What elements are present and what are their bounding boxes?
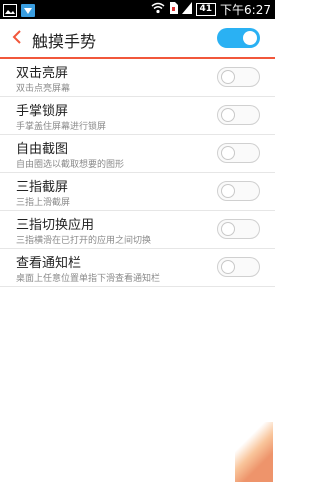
gesture-list: 双击亮屏 双击点亮屏幕 手掌锁屏 手掌盖住屏幕进行锁屏 自由截图 自由圈选以截取… — [0, 59, 275, 287]
toggle-knob — [243, 31, 257, 45]
master-toggle[interactable] — [217, 28, 260, 48]
battery-level: 41 — [195, 3, 217, 16]
toggle-knob — [221, 146, 235, 160]
page-title: 触摸手势 — [32, 32, 97, 51]
list-item[interactable]: 三指截屏 三指上滑截屏 — [0, 173, 275, 211]
list-item[interactable]: 自由截图 自由圈选以截取想要的图形 — [0, 135, 275, 173]
toggle-knob — [221, 108, 235, 122]
item-subtitle: 桌面上任意位置单指下滑查看通知栏 — [16, 274, 161, 284]
item-title: 三指截屏 — [16, 180, 69, 195]
list-item[interactable]: 双击亮屏 双击点亮屏幕 — [0, 59, 275, 97]
item-toggle[interactable] — [217, 143, 260, 163]
toggle-knob — [221, 70, 235, 84]
item-subtitle: 三指横滑在已打开的应用之间切换 — [16, 236, 152, 246]
item-toggle[interactable] — [217, 219, 260, 239]
item-title: 查看通知栏 — [16, 256, 82, 271]
item-title: 双击亮屏 — [16, 66, 69, 81]
item-title: 手掌锁屏 — [16, 104, 69, 119]
item-toggle[interactable] — [217, 105, 260, 125]
item-toggle[interactable] — [217, 181, 260, 201]
header: 触摸手势 — [0, 19, 275, 59]
item-toggle[interactable] — [217, 257, 260, 277]
watermark-decoration — [235, 422, 273, 482]
toggle-knob — [221, 260, 235, 274]
toggle-knob — [221, 222, 235, 236]
list-item[interactable]: 手掌锁屏 手掌盖住屏幕进行锁屏 — [0, 97, 275, 135]
item-subtitle: 双击点亮屏幕 — [16, 84, 71, 94]
list-item[interactable]: 三指切换应用 三指横滑在已打开的应用之间切换 — [0, 211, 275, 249]
status-time: 下午6:27 — [220, 3, 271, 17]
item-subtitle: 三指上滑截屏 — [16, 198, 71, 208]
signal-icon — [181, 2, 192, 17]
item-title: 三指切换应用 — [16, 218, 95, 233]
back-arrow-icon[interactable] — [11, 28, 23, 46]
wifi-icon — [151, 2, 165, 17]
item-subtitle: 手掌盖住屏幕进行锁屏 — [16, 122, 107, 132]
item-subtitle: 自由圈选以截取想要的图形 — [16, 160, 125, 170]
sim-icon — [169, 2, 178, 17]
item-title: 自由截图 — [16, 142, 69, 157]
toggle-knob — [221, 184, 235, 198]
list-item[interactable]: 查看通知栏 桌面上任意位置单指下滑查看通知栏 — [0, 249, 275, 287]
status-bar: 41 下午6:27 — [0, 0, 275, 19]
item-toggle[interactable] — [217, 67, 260, 87]
